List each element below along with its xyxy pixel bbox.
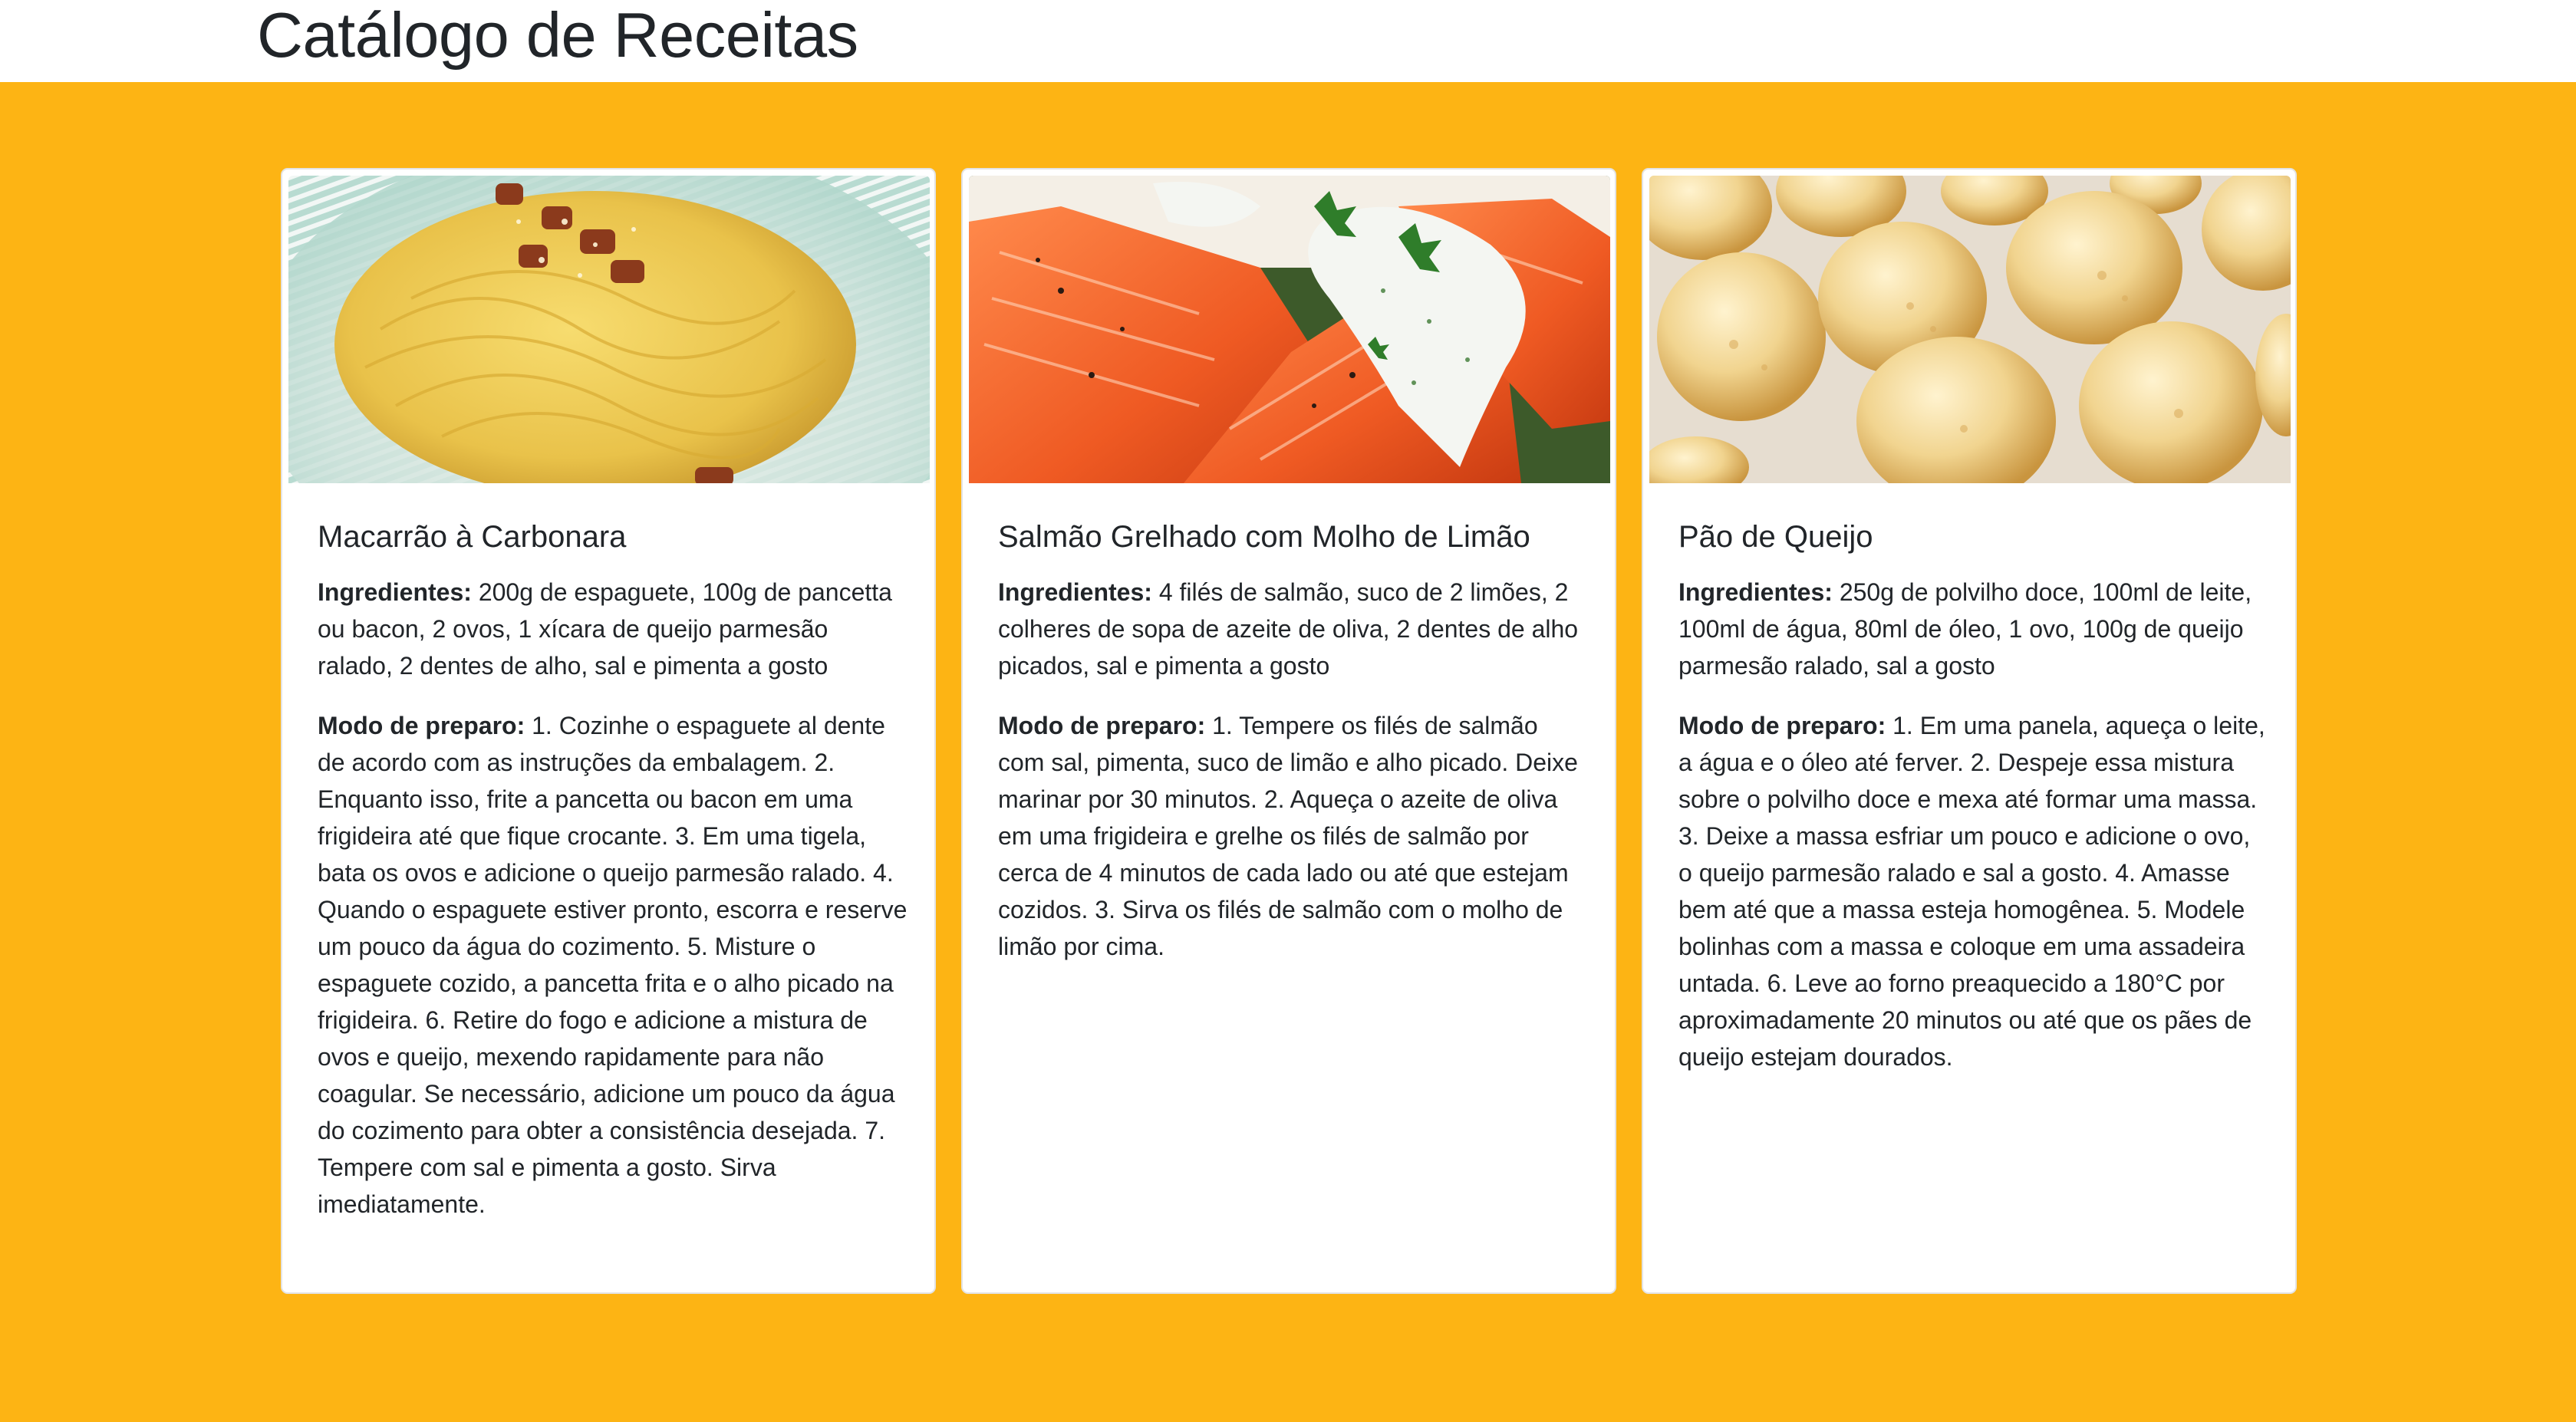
recipe-card-cheese-bread: Pão de Queijo Ingredientes: 250g de polv… [1642,168,2297,1294]
preparation-label: Modo de preparo: [318,712,525,739]
recipe-card-body: Salmão Grelhado com Molho de Limão Ingre… [998,518,1589,988]
carbonara-photo [288,176,930,483]
recipe-preparation: Modo de preparo: 1. Em uma panela, aqueç… [1678,707,2269,1075]
recipe-card-body: Pão de Queijo Ingredientes: 250g de polv… [1678,518,2269,1098]
cheese-bread-photo [1649,176,2291,483]
recipe-title: Salmão Grelhado com Molho de Limão [998,520,1530,554]
recipe-preparation: Modo de preparo: 1. Tempere os filés de … [998,707,1589,965]
recipe-ingredients: Ingredientes: 250g de polvilho doce, 100… [1678,574,2269,684]
page-title: Catálogo de Receitas [257,0,858,71]
preparation-label: Modo de preparo: [1678,712,1886,739]
recipe-ingredients: Ingredientes: 200g de espaguete, 100g de… [318,574,908,684]
recipe-ingredients: Ingredientes: 4 filés de salmão, suco de… [998,574,1589,684]
salmon-photo [969,176,1610,483]
preparation-text: 1. Cozinhe o espaguete al dente de acord… [318,712,908,1218]
recipe-title: Macarrão à Carbonara [318,520,627,554]
recipe-preparation: Modo de preparo: 1. Cozinhe o espaguete … [318,707,908,1223]
recipe-card-salmon: Salmão Grelhado com Molho de Limão Ingre… [961,168,1616,1294]
recipe-card-body: Macarrão à Carbonara Ingredientes: 200g … [318,518,908,1246]
page-header: Catálogo de Receitas [0,0,2576,82]
preparation-text: 1. Tempere os filés de salmão com sal, p… [998,712,1578,960]
ingredients-label: Ingredientes: [998,578,1152,606]
ingredients-label: Ingredientes: [318,578,472,606]
recipe-catalog: Macarrão à Carbonara Ingredientes: 200g … [0,82,2576,1422]
recipe-title: Pão de Queijo [1678,520,1873,554]
preparation-label: Modo de preparo: [998,712,1206,739]
ingredients-label: Ingredientes: [1678,578,1833,606]
preparation-text: 1. Em uma panela, aqueça o leite, a água… [1678,712,2265,1071]
recipe-card-carbonara: Macarrão à Carbonara Ingredientes: 200g … [281,168,936,1294]
